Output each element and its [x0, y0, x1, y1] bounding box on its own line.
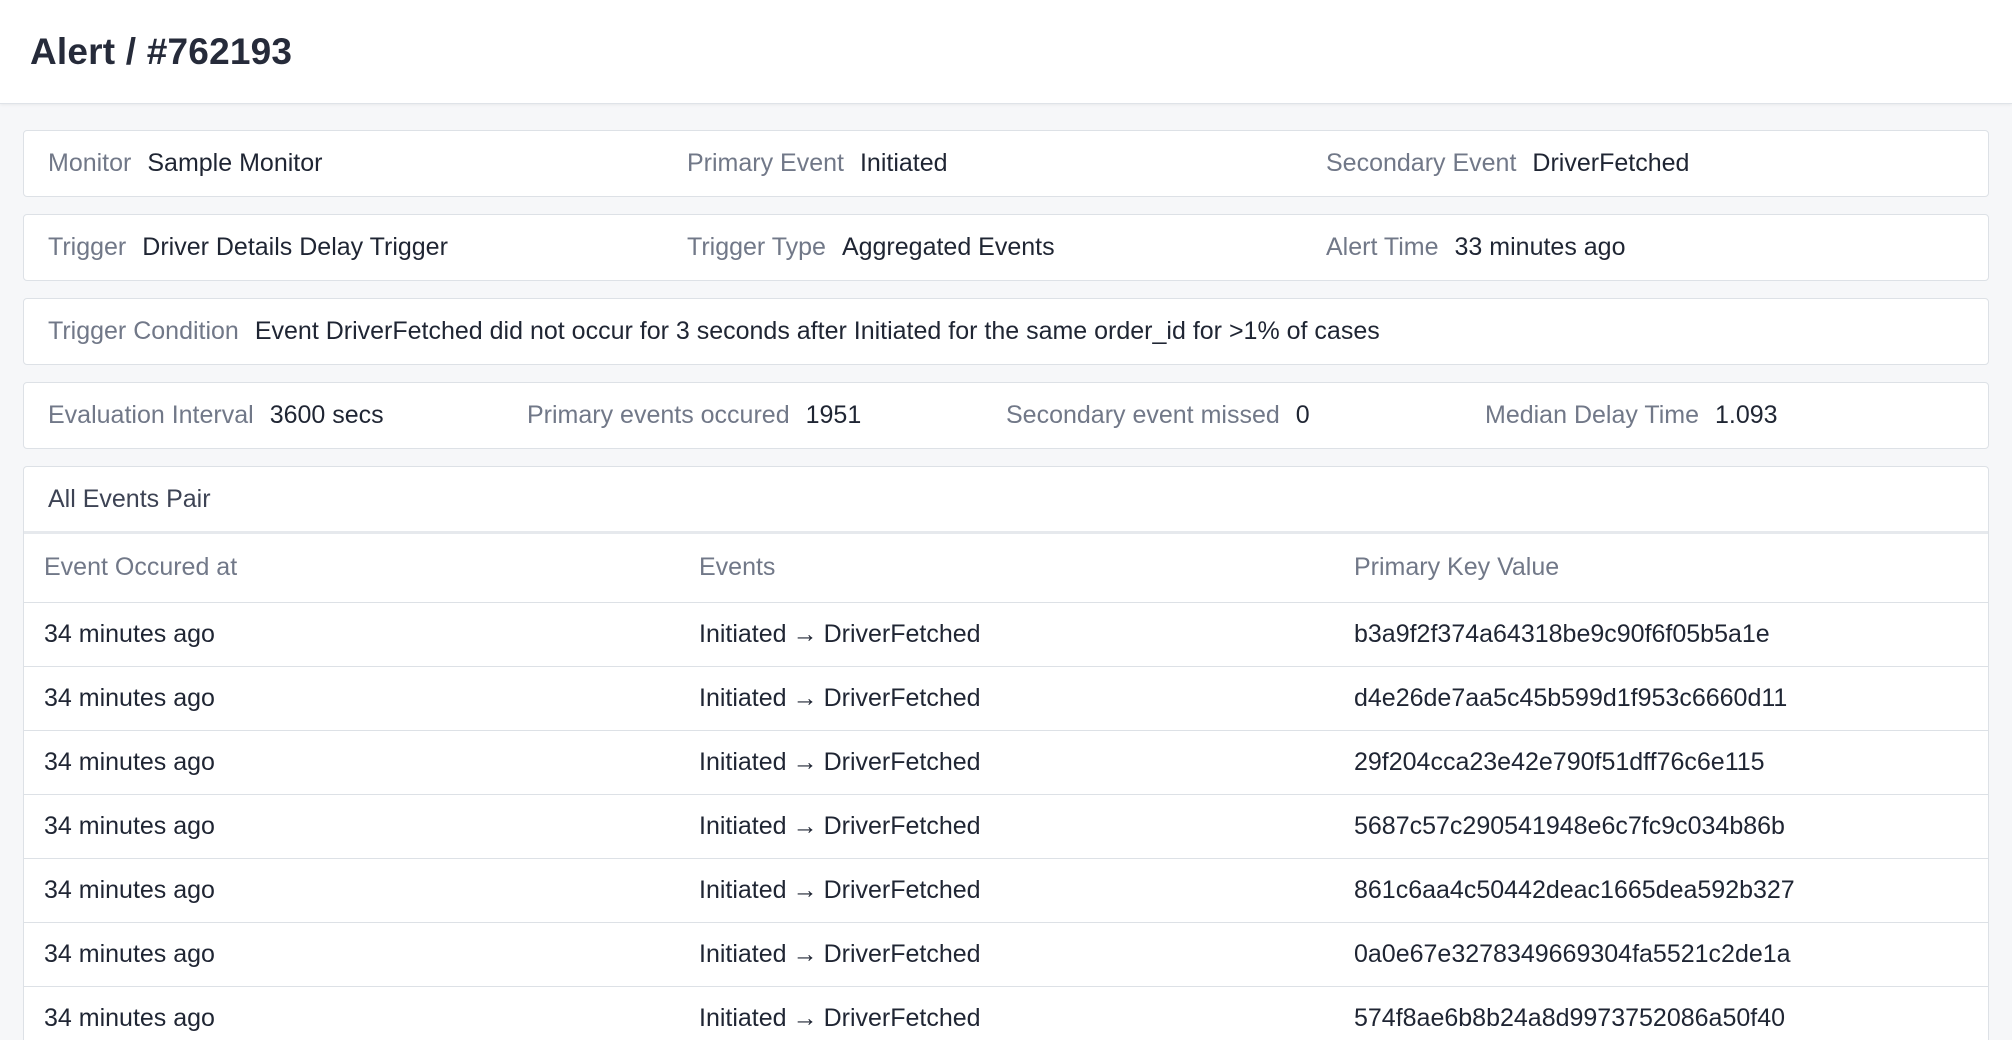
trigger-card: Trigger Driver Details Delay Trigger Tri… — [23, 214, 1989, 281]
arrow-right-icon: → — [792, 811, 818, 840]
secondary-missed-label: Secondary event missed — [1006, 401, 1280, 429]
table-row[interactable]: 34 minutes ago Initiated → DriverFetched 0… — [24, 922, 1988, 987]
trigger-condition-value: Event DriverFetched did not occur for 3 … — [254, 317, 1380, 345]
secondary-event-value: DriverFetched — [1532, 149, 1690, 177]
top-bar: Alert / #762193 — [0, 0, 2012, 104]
evaluation-interval-label: Evaluation Interval — [48, 401, 254, 429]
event-from: Initiated — [699, 939, 787, 968]
primary-events-field: Primary events occured 1951 — [527, 401, 1006, 430]
condition-card: Trigger Condition Event DriverFetched di… — [23, 298, 1989, 365]
primary-key-value: d4e26de7aa5c45b599d1f953c6660d11 — [1334, 666, 1988, 731]
event-to: DriverFetched — [823, 1003, 981, 1032]
arrow-right-icon: → — [792, 683, 818, 712]
median-delay-label: Median Delay Time — [1485, 401, 1699, 429]
primary-events-label: Primary events occured — [527, 401, 790, 429]
column-header-events: Events — [679, 534, 1334, 603]
alert-time-field: Alert Time 33 minutes ago — [1326, 233, 1625, 262]
event-to: DriverFetched — [823, 875, 981, 904]
table-row[interactable]: 34 minutes ago Initiated → DriverFetched 5… — [24, 794, 1988, 859]
secondary-missed-value: 0 — [1295, 401, 1310, 429]
event-to: DriverFetched — [823, 747, 981, 776]
primary-key-value: 0a0e67e3278349669304fa5521c2de1a — [1334, 922, 1988, 987]
arrow-right-icon: → — [792, 1003, 818, 1032]
secondary-missed-field: Secondary event missed 0 — [1006, 401, 1485, 430]
event-to: DriverFetched — [823, 939, 981, 968]
column-header-primary-key: Primary Key Value — [1334, 534, 1988, 603]
alert-details: Monitor Sample Monitor Primary Event Ini… — [0, 104, 2012, 1040]
event-to: DriverFetched — [823, 811, 981, 840]
event-pair: Initiated → DriverFetched — [679, 666, 1334, 731]
evaluation-interval-field: Evaluation Interval 3600 secs — [48, 401, 527, 430]
events-table: Event Occured at Events Primary Key Valu… — [24, 534, 1988, 1040]
alert-time-value: 33 minutes ago — [1454, 233, 1626, 261]
monitor-value: Sample Monitor — [147, 149, 323, 177]
primary-key-value: 5687c57c290541948e6c7fc9c034b86b — [1334, 794, 1988, 859]
median-delay-value: 1.093 — [1714, 401, 1778, 429]
primary-event-field: Primary Event Initiated — [687, 149, 1326, 178]
event-from: Initiated — [699, 1003, 787, 1032]
arrow-right-icon: → — [792, 939, 818, 968]
trigger-type-label: Trigger Type — [687, 233, 826, 261]
event-from: Initiated — [699, 619, 787, 648]
arrow-right-icon: → — [792, 619, 818, 648]
arrow-right-icon: → — [792, 747, 818, 776]
event-to: DriverFetched — [823, 619, 981, 648]
monitor-field: Monitor Sample Monitor — [48, 149, 687, 178]
primary-key-value: 574f8ae6b8b24a8d9973752086a50f40 — [1334, 986, 1988, 1040]
event-pair: Initiated → DriverFetched — [679, 986, 1334, 1040]
event-time: 34 minutes ago — [24, 986, 679, 1040]
page-title: Alert / #762193 — [30, 30, 293, 72]
table-row[interactable]: 34 minutes ago Initiated → DriverFetched 2… — [24, 730, 1988, 795]
table-row[interactable]: 34 minutes ago Initiated → DriverFetched 8… — [24, 858, 1988, 923]
monitor-label: Monitor — [48, 149, 132, 177]
alert-time-label: Alert Time — [1326, 233, 1439, 261]
events-pair-title: All Events Pair — [24, 467, 1988, 534]
event-time: 34 minutes ago — [24, 666, 679, 731]
primary-events-value: 1951 — [805, 401, 862, 429]
trigger-condition-field: Trigger Condition Event DriverFetched di… — [48, 317, 1380, 346]
primary-event-label: Primary Event — [687, 149, 844, 177]
event-time: 34 minutes ago — [24, 730, 679, 795]
event-pair: Initiated → DriverFetched — [679, 858, 1334, 923]
trigger-label: Trigger — [48, 233, 127, 261]
table-row[interactable]: 34 minutes ago Initiated → DriverFetched d… — [24, 666, 1988, 731]
stats-card: Evaluation Interval 3600 secs Primary ev… — [23, 382, 1989, 449]
event-time: 34 minutes ago — [24, 922, 679, 987]
event-time: 34 minutes ago — [24, 858, 679, 923]
secondary-event-label: Secondary Event — [1326, 149, 1517, 177]
table-row[interactable]: 34 minutes ago Initiated → DriverFetched b… — [24, 602, 1988, 667]
event-time: 34 minutes ago — [24, 602, 679, 667]
median-delay-field: Median Delay Time 1.093 — [1485, 401, 1778, 430]
trigger-value: Driver Details Delay Trigger — [142, 233, 448, 261]
primary-key-value: 29f204cca23e42e790f51dff76c6e115 — [1334, 730, 1988, 795]
column-header-occured-at: Event Occured at — [24, 534, 679, 603]
arrow-right-icon: → — [792, 875, 818, 904]
trigger-type-field: Trigger Type Aggregated Events — [687, 233, 1326, 262]
trigger-type-value: Aggregated Events — [841, 233, 1055, 261]
trigger-field: Trigger Driver Details Delay Trigger — [48, 233, 687, 262]
summary-card: Monitor Sample Monitor Primary Event Ini… — [23, 130, 1989, 197]
event-from: Initiated — [699, 811, 787, 840]
event-from: Initiated — [699, 875, 787, 904]
primary-key-value: 861c6aa4c50442deac1665dea592b327 — [1334, 858, 1988, 923]
primary-key-value: b3a9f2f374a64318be9c90f6f05b5a1e — [1334, 602, 1988, 667]
primary-event-value: Initiated — [859, 149, 948, 177]
event-pair: Initiated → DriverFetched — [679, 602, 1334, 667]
table-header-row: Event Occured at Events Primary Key Valu… — [24, 534, 1988, 603]
event-to: DriverFetched — [823, 683, 981, 712]
secondary-event-field: Secondary Event DriverFetched — [1326, 149, 1689, 178]
event-from: Initiated — [699, 683, 787, 712]
trigger-condition-label: Trigger Condition — [48, 317, 239, 345]
event-pair: Initiated → DriverFetched — [679, 730, 1334, 795]
evaluation-interval-value: 3600 secs — [269, 401, 384, 429]
events-pair-card: All Events Pair Event Occured at Events … — [23, 466, 1989, 1040]
event-time: 34 minutes ago — [24, 794, 679, 859]
event-pair: Initiated → DriverFetched — [679, 794, 1334, 859]
event-from: Initiated — [699, 747, 787, 776]
table-row[interactable]: 34 minutes ago Initiated → DriverFetched 5… — [24, 986, 1988, 1040]
event-pair: Initiated → DriverFetched — [679, 922, 1334, 987]
